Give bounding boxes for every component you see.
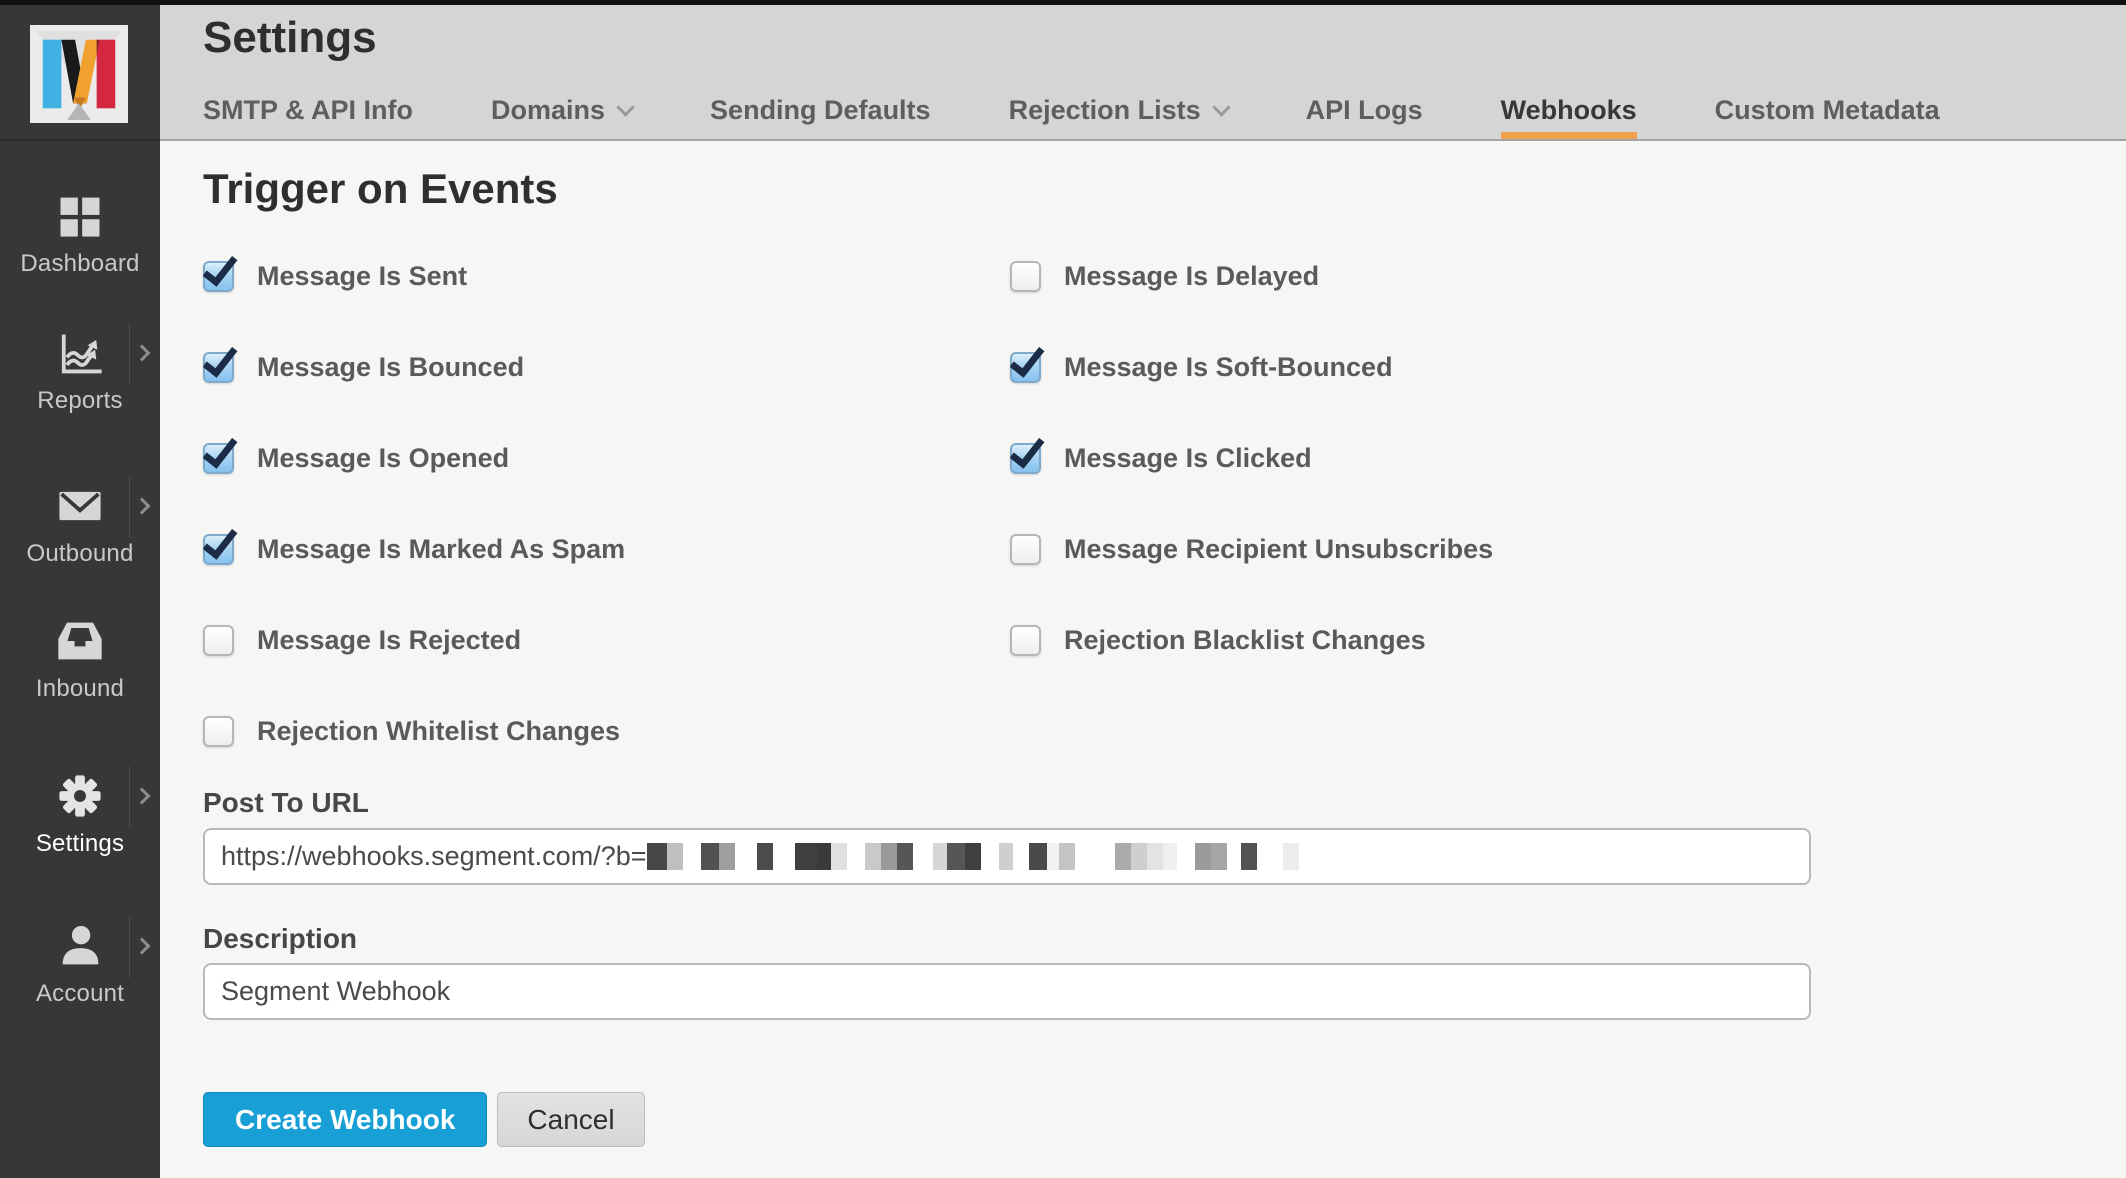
redacted-url-segment xyxy=(647,843,1299,870)
tab-domains[interactable]: Domains xyxy=(491,81,632,139)
chevron-down-icon xyxy=(616,98,634,116)
redacted-block xyxy=(667,843,683,870)
main-content: Trigger on Events Message Is Sent Messag… xyxy=(160,141,2126,1178)
checkbox-message-is-opened[interactable] xyxy=(203,443,234,474)
event-option-message-is-rejected: Message Is Rejected xyxy=(203,595,1010,686)
redacted-block xyxy=(1241,843,1257,870)
redacted-block xyxy=(701,843,719,870)
events-grid: Message Is Sent Message Is Delayed Messa… xyxy=(203,231,1493,777)
event-option-rejection-blacklist-changes: Rejection Blacklist Changes xyxy=(1010,595,1493,686)
redacted-block xyxy=(1115,843,1131,870)
checkbox-message-is-delayed[interactable] xyxy=(1010,261,1041,292)
redacted-block xyxy=(865,843,881,870)
sidebar-item-inbound[interactable]: Inbound xyxy=(0,613,160,703)
inbound-tray-icon xyxy=(0,613,160,669)
post-to-url-label: Post To URL xyxy=(203,787,369,819)
redacted-block xyxy=(795,843,817,870)
dashboard-grid-icon xyxy=(0,188,160,244)
tab-api-logs[interactable]: API Logs xyxy=(1306,81,1423,139)
redacted-block xyxy=(965,843,981,870)
event-option-message-is-soft-bounced: Message Is Soft-Bounced xyxy=(1010,322,1493,413)
create-webhook-button[interactable]: Create Webhook xyxy=(203,1092,487,1147)
event-option-message-recipient-unsubscribes: Message Recipient Unsubscribes xyxy=(1010,504,1493,595)
redacted-block xyxy=(1211,843,1227,870)
redacted-block xyxy=(933,843,947,870)
checkbox-rejection-blacklist-changes[interactable] xyxy=(1010,625,1041,656)
redacted-gap xyxy=(1177,843,1195,870)
redacted-gap xyxy=(1075,843,1115,870)
redacted-block xyxy=(1131,843,1147,870)
header: Settings SMTP & API Info Domains Sending… xyxy=(160,5,2126,141)
sidebar-item-account[interactable]: Account xyxy=(0,918,160,1008)
event-option-message-is-opened: Message Is Opened xyxy=(203,413,1010,504)
redacted-gap xyxy=(1013,843,1029,870)
mandrill-logo[interactable] xyxy=(30,25,128,123)
redacted-block xyxy=(1147,843,1163,870)
button-row: Create Webhook Cancel xyxy=(203,1092,645,1147)
redacted-block xyxy=(881,843,897,870)
cancel-button[interactable]: Cancel xyxy=(497,1092,644,1147)
sidebar-item-dashboard[interactable]: Dashboard xyxy=(0,188,160,278)
redacted-gap xyxy=(981,843,999,870)
sidebar-item-separator xyxy=(129,323,130,385)
redacted-block xyxy=(817,843,831,870)
sidebar-item-separator xyxy=(129,476,130,538)
event-option-message-is-marked-as-spam: Message Is Marked As Spam xyxy=(203,504,1010,595)
redacted-gap xyxy=(1257,843,1283,870)
tab-webhooks[interactable]: Webhooks xyxy=(1501,81,1637,139)
redacted-block xyxy=(1163,843,1177,870)
tab-bar: SMTP & API Info Domains Sending Defaults… xyxy=(203,81,1940,139)
redacted-block xyxy=(1283,843,1299,870)
sidebar-item-outbound[interactable]: Outbound xyxy=(0,478,160,568)
sidebar-item-reports[interactable]: Reports xyxy=(0,325,160,415)
event-option-message-is-bounced: Message Is Bounced xyxy=(203,322,1010,413)
page-title: Settings xyxy=(203,13,377,63)
redacted-block xyxy=(947,843,965,870)
redacted-block xyxy=(831,843,847,870)
post-to-url-value: https://webhooks.segment.com/?b= xyxy=(221,843,647,870)
redacted-block xyxy=(757,843,773,870)
checkbox-message-is-soft-bounced[interactable] xyxy=(1010,352,1041,383)
checkbox-message-is-rejected[interactable] xyxy=(203,625,234,656)
redacted-gap xyxy=(773,843,795,870)
checkbox-message-is-sent[interactable] xyxy=(203,261,234,292)
redacted-block xyxy=(1195,843,1211,870)
sidebar-item-separator xyxy=(129,916,130,978)
tab-smtp-api-info[interactable]: SMTP & API Info xyxy=(203,81,413,139)
event-option-message-is-sent: Message Is Sent xyxy=(203,231,1010,322)
redacted-gap xyxy=(913,843,933,870)
event-option-message-is-clicked: Message Is Clicked xyxy=(1010,413,1493,504)
section-heading: Trigger on Events xyxy=(203,165,558,213)
event-option-message-is-delayed: Message Is Delayed xyxy=(1010,231,1493,322)
post-to-url-input[interactable]: https://webhooks.segment.com/?b= xyxy=(203,828,1811,885)
sidebar: Dashboard Reports Outbound Inbound Setti… xyxy=(0,5,160,1178)
tab-rejection-lists[interactable]: Rejection Lists xyxy=(1009,81,1228,139)
redacted-block xyxy=(1047,843,1059,870)
redacted-block xyxy=(719,843,735,870)
redacted-gap xyxy=(735,843,757,870)
description-label: Description xyxy=(203,923,357,955)
sidebar-divider xyxy=(0,139,160,141)
checkbox-message-recipient-unsubscribes[interactable] xyxy=(1010,534,1041,565)
sidebar-item-separator xyxy=(129,766,130,828)
checkbox-message-is-bounced[interactable] xyxy=(203,352,234,383)
redacted-block xyxy=(1029,843,1047,870)
redacted-gap xyxy=(847,843,865,870)
redacted-block xyxy=(999,843,1013,870)
redacted-block xyxy=(897,843,913,870)
event-option-rejection-whitelist-changes: Rejection Whitelist Changes xyxy=(203,686,1010,777)
redacted-gap xyxy=(1227,843,1241,870)
sidebar-item-settings[interactable]: Settings xyxy=(0,768,160,858)
description-input[interactable]: Segment Webhook xyxy=(203,963,1811,1020)
chevron-down-icon xyxy=(1212,98,1230,116)
redacted-gap xyxy=(683,843,701,870)
tab-sending-defaults[interactable]: Sending Defaults xyxy=(710,81,931,139)
tab-custom-metadata[interactable]: Custom Metadata xyxy=(1715,81,1940,139)
description-value: Segment Webhook xyxy=(221,976,450,1007)
redacted-block xyxy=(1059,843,1075,870)
redacted-block xyxy=(647,843,667,870)
checkbox-message-is-marked-as-spam[interactable] xyxy=(203,534,234,565)
checkbox-message-is-clicked[interactable] xyxy=(1010,443,1041,474)
checkbox-rejection-whitelist-changes[interactable] xyxy=(203,716,234,747)
